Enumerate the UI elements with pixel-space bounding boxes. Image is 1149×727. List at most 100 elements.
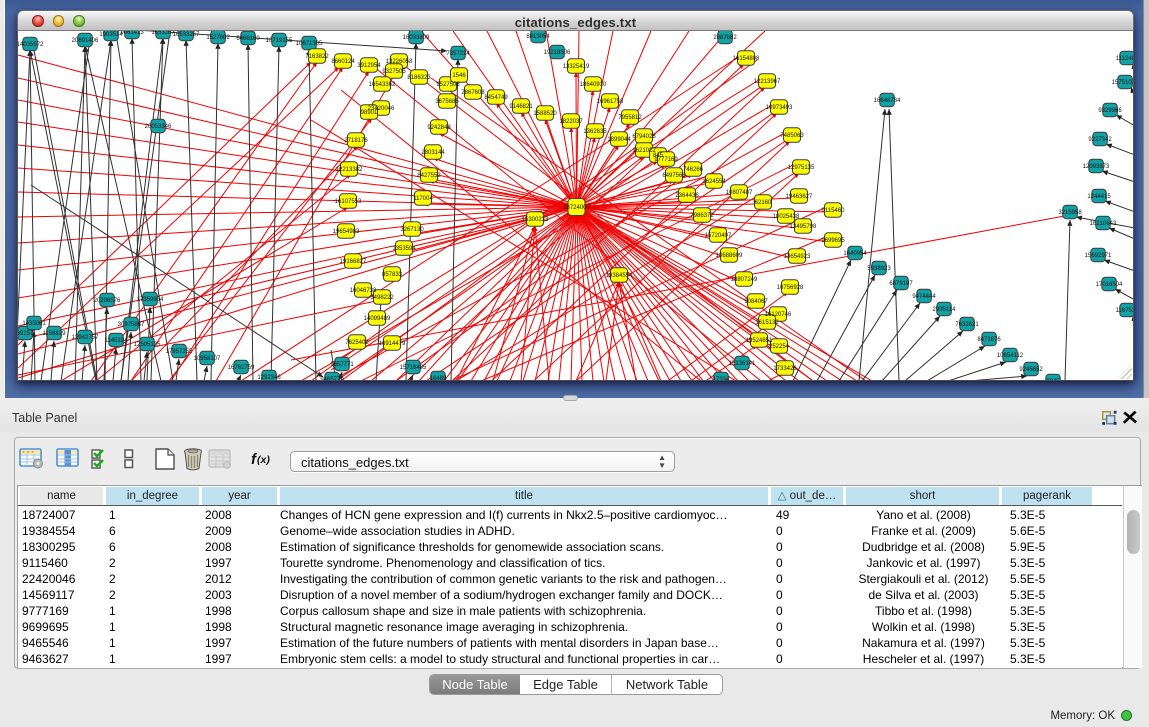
- svg-text:1640954: 1640954: [843, 251, 867, 257]
- svg-text:17334: 17334: [713, 377, 730, 381]
- svg-text:12213967: 12213967: [754, 79, 781, 85]
- svg-text:17359934: 17359934: [137, 297, 164, 303]
- svg-text:1435061: 1435061: [22, 321, 46, 327]
- svg-text:3912954: 3912954: [357, 63, 381, 69]
- svg-text:15300233: 15300233: [522, 217, 549, 223]
- svg-text:5938923: 5938923: [867, 266, 891, 272]
- svg-text:19218506: 19218506: [544, 50, 571, 56]
- svg-text:10025438: 10025438: [773, 214, 800, 220]
- svg-text:16154808: 16154808: [733, 56, 760, 62]
- svg-text:10688609: 10688609: [716, 253, 743, 259]
- svg-text:7357224: 7357224: [446, 51, 470, 57]
- svg-text:9777169: 9777169: [654, 157, 678, 163]
- svg-text:20053346: 20053346: [145, 124, 172, 130]
- svg-text:8454749: 8454749: [484, 95, 508, 101]
- svg-text:7625402: 7625402: [345, 340, 369, 346]
- svg-text:1145194: 1145194: [105, 338, 129, 344]
- svg-text:15720407: 15720407: [705, 233, 732, 239]
- svg-text:9657771: 9657771: [330, 362, 354, 368]
- svg-text:1546: 1546: [452, 73, 466, 79]
- svg-text:18640910: 18640910: [580, 82, 607, 88]
- svg-text:10671365: 10671365: [296, 41, 323, 47]
- svg-text:1527602: 1527602: [206, 35, 230, 41]
- svg-text:1615132: 1615132: [755, 320, 779, 326]
- svg-text:10973493: 10973493: [766, 105, 793, 111]
- svg-text:16120746: 16120746: [765, 312, 792, 318]
- svg-text:9329966: 9329966: [1098, 108, 1122, 114]
- svg-text:20691406: 20691406: [72, 38, 99, 44]
- svg-text:7163822: 7163822: [305, 54, 329, 60]
- svg-text:15716485: 15716485: [400, 365, 427, 371]
- svg-text:6497568: 6497568: [662, 173, 686, 179]
- svg-text:1588520: 1588520: [533, 111, 557, 117]
- svg-text:16782759: 16782759: [228, 365, 255, 371]
- svg-text:2935114: 2935114: [933, 307, 957, 313]
- svg-text:16914479: 16914479: [379, 341, 406, 347]
- svg-text:16046738: 16046738: [350, 288, 377, 294]
- svg-text:9115460: 9115460: [822, 208, 846, 214]
- svg-text:1899044: 1899044: [607, 137, 631, 143]
- svg-text:9245: 9245: [1046, 379, 1060, 381]
- svg-text:9465779: 9465779: [320, 377, 344, 381]
- svg-text:857833: 857833: [382, 272, 403, 278]
- svg-text:2803144: 2803144: [421, 150, 445, 156]
- svg-text:1167533: 1167533: [1116, 308, 1134, 314]
- svg-text:1244415: 1244415: [1087, 194, 1111, 200]
- svg-text:10719155: 10719155: [266, 38, 293, 44]
- svg-text:2087682: 2087682: [713, 35, 737, 41]
- svg-text:39157: 39157: [18, 331, 34, 337]
- svg-text:3215958: 3215958: [1058, 210, 1082, 216]
- svg-text:1733426: 1733426: [773, 366, 797, 372]
- svg-text:7485063: 7485063: [780, 133, 804, 139]
- svg-text:1156829: 1156829: [43, 331, 67, 337]
- svg-text:9061413: 9061413: [120, 31, 144, 36]
- svg-text:3267130: 3267130: [400, 227, 424, 233]
- svg-text:20206576: 20206576: [94, 298, 121, 304]
- svg-text:117004: 117004: [413, 196, 433, 202]
- svg-text:16543362: 16543362: [369, 82, 396, 88]
- svg-text:13654923: 13654923: [784, 254, 811, 260]
- svg-text:14099489: 14099489: [364, 316, 391, 322]
- svg-text:2867608: 2867608: [461, 90, 485, 96]
- svg-text:1822037: 1822037: [559, 119, 583, 125]
- svg-text:30975887: 30975887: [118, 322, 145, 328]
- svg-text:10958107: 10958107: [194, 356, 221, 362]
- svg-text:15136141: 15136141: [729, 361, 756, 367]
- svg-text:1292346: 1292346: [257, 375, 281, 381]
- svg-text:19654983: 19654983: [333, 229, 360, 235]
- svg-text:2718176: 2718176: [344, 138, 368, 144]
- svg-text:1362635: 1362635: [583, 129, 607, 135]
- svg-text:19166827: 19166827: [340, 259, 367, 265]
- svg-text:18807249: 18807249: [731, 277, 758, 283]
- svg-text:8471676: 8471676: [977, 337, 1001, 343]
- svg-text:13325419: 13325419: [563, 64, 590, 70]
- svg-text:7632621: 7632621: [955, 322, 979, 328]
- svg-text:62160: 62160: [755, 200, 772, 206]
- svg-text:9527508: 9527508: [436, 82, 460, 88]
- svg-text:15692971: 15692971: [1085, 253, 1112, 259]
- svg-text:16648784: 16648784: [874, 98, 901, 104]
- svg-text:10756928: 10756928: [777, 285, 804, 291]
- svg-text:16107553: 16107553: [335, 199, 362, 205]
- svg-text:9327505: 9327505: [382, 69, 406, 75]
- svg-text:1112480: 1112480: [1116, 56, 1134, 62]
- svg-text:7986372: 7986372: [690, 213, 714, 219]
- svg-text:9242848: 9242848: [427, 125, 451, 131]
- svg-text:14035572: 14035572: [18, 42, 44, 48]
- svg-text:98901: 98901: [361, 110, 378, 116]
- svg-text:9084067: 9084067: [744, 299, 768, 305]
- svg-text:19463627: 19463627: [786, 194, 813, 200]
- svg-text:17016504: 17016504: [1096, 282, 1123, 288]
- svg-text:12505135: 12505135: [134, 342, 161, 348]
- svg-text:12213382: 12213382: [336, 167, 363, 173]
- svg-text:19384554: 19384554: [606, 273, 633, 279]
- svg-text:10654112: 10654112: [997, 353, 1024, 359]
- svg-text:12093873: 12093873: [1083, 164, 1110, 170]
- svg-text:6466160: 6466160: [236, 36, 260, 42]
- svg-text:1624554: 1624554: [702, 179, 726, 185]
- svg-text:6794028: 6794028: [632, 134, 656, 140]
- svg-text:15751074: 15751074: [1112, 80, 1134, 86]
- svg-text:8660124: 8660124: [331, 59, 355, 65]
- svg-text:8813054: 8813054: [526, 34, 550, 40]
- svg-text:16210643: 16210643: [1090, 221, 1117, 227]
